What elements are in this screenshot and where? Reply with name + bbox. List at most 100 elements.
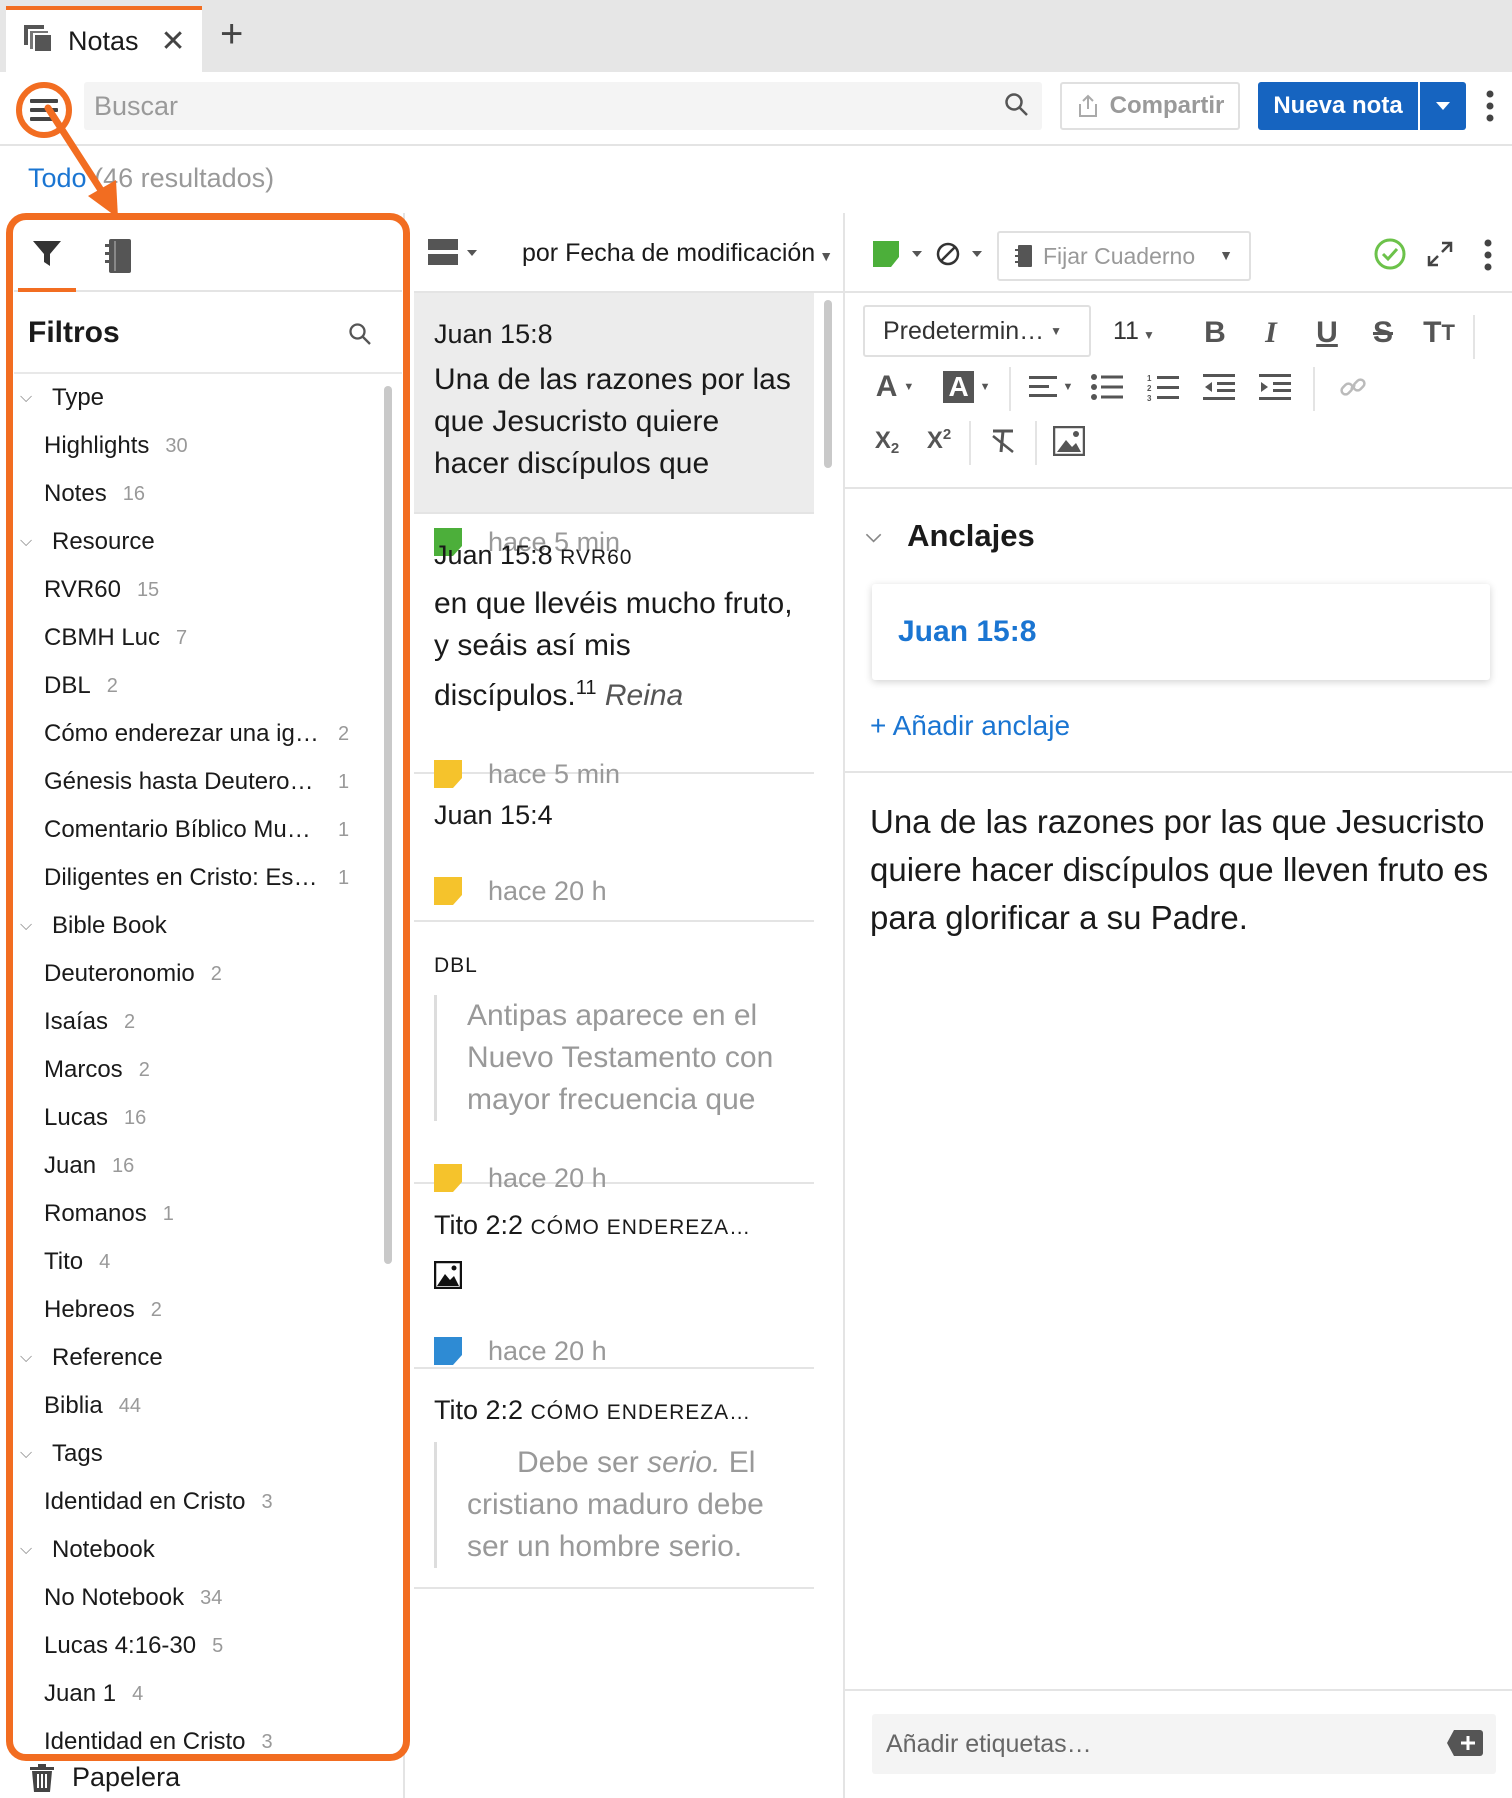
- filter-item[interactable]: Diligentes en Cristo: Est… 1: [14, 854, 384, 902]
- filter-item-label: Comentario Bíblico Mu…: [44, 816, 311, 843]
- sort-dropdown[interactable]: por Fecha de modificación ▼: [522, 239, 833, 268]
- note-card[interactable]: DBL Antipas aparece en el Nuevo Testament…: [414, 922, 814, 1193]
- filter-item[interactable]: Deuteronomio 2: [14, 950, 384, 998]
- outdent-button[interactable]: [1197, 365, 1241, 409]
- expand-icon[interactable]: [1427, 241, 1453, 272]
- filter-item[interactable]: Marcos 2: [14, 1046, 384, 1094]
- filter-item[interactable]: Génesis hasta Deutero… 1: [14, 758, 384, 806]
- tags-input[interactable]: [886, 1726, 1426, 1762]
- filter-item[interactable]: RVR60 15: [14, 566, 384, 614]
- align-dropdown[interactable]: ▼: [1021, 365, 1081, 409]
- filter-item[interactable]: Biblia 44: [14, 1382, 384, 1430]
- filter-group[interactable]: ⌵ Notebook: [14, 1526, 384, 1574]
- filter-item[interactable]: Identidad en Cristo 3: [14, 1478, 384, 1526]
- note-card[interactable]: Juan 15:8 RVR60 en que llevéis mucho frut…: [414, 514, 814, 789]
- link-button[interactable]: [1331, 365, 1375, 409]
- tab-filters[interactable]: [18, 220, 76, 292]
- caret-down-icon: [467, 250, 477, 256]
- filter-item[interactable]: Juan 16: [14, 1142, 384, 1190]
- filter-group-label: Type: [52, 384, 105, 411]
- note-reference: Juan 15:4: [434, 800, 553, 830]
- filter-item[interactable]: Isaías 2: [14, 998, 384, 1046]
- italic-button[interactable]: I: [1249, 311, 1293, 355]
- close-icon[interactable]: ✕: [161, 24, 186, 59]
- font-size-select[interactable]: 11 ▼: [1113, 317, 1155, 346]
- filter-group[interactable]: ⌵ Reference: [14, 1334, 384, 1382]
- tab-notas[interactable]: Notas ✕: [6, 6, 202, 72]
- note-card[interactable]: Juan 15:8 Una de las razones por las que …: [414, 293, 814, 557]
- bold-button[interactable]: B: [1193, 311, 1237, 355]
- subscript-button[interactable]: X2: [865, 419, 909, 463]
- notes-icon: [24, 24, 54, 58]
- share-button[interactable]: Compartir: [1060, 82, 1240, 130]
- filter-group[interactable]: ⌵ Type: [14, 374, 384, 422]
- superscript-button[interactable]: X2: [917, 419, 961, 463]
- anchors-section-header[interactable]: ⌵ Anclajes: [866, 518, 1035, 554]
- font-family-select[interactable]: Predetermin… ▼: [863, 305, 1091, 357]
- note-card[interactable]: Tito 2:2 CÓMO ENDEREZA… hace 20 h: [414, 1184, 814, 1369]
- filter-item[interactable]: Cómo enderezar una ig… 2: [14, 710, 384, 758]
- filter-item-label: No Notebook: [44, 1584, 185, 1611]
- font-color-button[interactable]: A ▼: [865, 365, 925, 409]
- filter-item-label: Lucas: [44, 1104, 109, 1131]
- add-tag-icon[interactable]: [1446, 1728, 1484, 1763]
- filter-item[interactable]: Identidad en Cristo 3: [14, 1718, 384, 1754]
- pin-notebook-dropdown[interactable]: Fijar Cuaderno ▼: [997, 231, 1251, 281]
- note-body-editor[interactable]: Una de las razones por las que Jesucrist…: [870, 798, 1500, 942]
- new-tab-button[interactable]: +: [220, 14, 243, 54]
- anchor-reference[interactable]: Juan 15:8: [898, 615, 1036, 649]
- editor-more-icon[interactable]: [1481, 237, 1495, 278]
- svg-text:3: 3: [1147, 394, 1152, 401]
- new-note-dropdown[interactable]: [1420, 82, 1466, 130]
- filter-item[interactable]: Juan 1 4: [14, 1670, 384, 1718]
- filter-item[interactable]: DBL 2: [14, 662, 384, 710]
- filter-group[interactable]: ⌵ Resource: [14, 518, 384, 566]
- filter-group[interactable]: ⌵ Bible Book: [14, 902, 384, 950]
- filter-item[interactable]: No Notebook 34: [14, 1574, 384, 1622]
- search-input[interactable]: [94, 88, 974, 124]
- underline-button[interactable]: U: [1305, 311, 1349, 355]
- search-icon[interactable]: [1004, 92, 1030, 123]
- filter-item[interactable]: CBMH Luc 7: [14, 614, 384, 662]
- filter-scrollbar[interactable]: [384, 386, 392, 1264]
- filter-item[interactable]: Romanos 1: [14, 1190, 384, 1238]
- filter-item-count: 2: [150, 1298, 162, 1321]
- note-color-picker[interactable]: [873, 241, 983, 267]
- bullet-list-button[interactable]: [1085, 365, 1129, 409]
- filter-item-count: 4: [99, 1250, 111, 1273]
- clear-format-button[interactable]: [981, 419, 1025, 463]
- strikethrough-button[interactable]: S: [1361, 311, 1405, 355]
- note-card[interactable]: Tito 2:2 CÓMO ENDEREZA… Debe ser serio. E…: [414, 1369, 814, 1589]
- filter-item[interactable]: Hebreos 2: [14, 1286, 384, 1334]
- new-note-button[interactable]: Nueva nota: [1258, 82, 1418, 130]
- list-header: por Fecha de modificación ▼: [414, 213, 844, 293]
- tab-bar: Notas ✕ +: [0, 0, 1512, 72]
- filter-group[interactable]: ⌵ Tags: [14, 1430, 384, 1478]
- text-size-icon[interactable]: TT: [1417, 311, 1461, 355]
- note-list-scrollbar[interactable]: [824, 300, 832, 468]
- insert-image-button[interactable]: [1047, 419, 1091, 463]
- filter-item[interactable]: Lucas 16: [14, 1094, 384, 1142]
- view-mode-toggle[interactable]: [428, 239, 478, 267]
- highlight-color-button[interactable]: A ▼: [937, 365, 997, 409]
- note-card[interactable]: Juan 15:4 hace 20 h: [414, 774, 814, 922]
- filter-item[interactable]: Highlights 30: [14, 422, 384, 470]
- note-reference: Tito 2:2: [434, 1395, 524, 1425]
- add-anchor-link[interactable]: + Añadir anclaje: [870, 710, 1070, 742]
- filter-search-icon[interactable]: [348, 322, 372, 351]
- filter-group-label: Resource: [52, 528, 155, 555]
- anchor-card[interactable]: Juan 15:8: [872, 584, 1490, 680]
- more-options-icon[interactable]: [1478, 86, 1502, 126]
- filter-item[interactable]: Tito 4: [14, 1238, 384, 1286]
- filter-item[interactable]: Lucas 4:16-30 5: [14, 1622, 384, 1670]
- filter-item[interactable]: Comentario Bíblico Mu… 1: [14, 806, 384, 854]
- filter-item-label: Deuteronomio: [44, 960, 195, 987]
- filter-item[interactable]: Notes 16: [14, 470, 384, 518]
- tab-notebooks[interactable]: [94, 220, 144, 292]
- green-flag-icon: [873, 241, 899, 267]
- numbered-list-button[interactable]: 123: [1141, 365, 1185, 409]
- indent-button[interactable]: [1253, 365, 1297, 409]
- trash-button[interactable]: Papelera: [30, 1762, 180, 1793]
- filter-item-count: 2: [210, 962, 222, 985]
- sort-label: por Fecha de modificación: [522, 239, 816, 267]
